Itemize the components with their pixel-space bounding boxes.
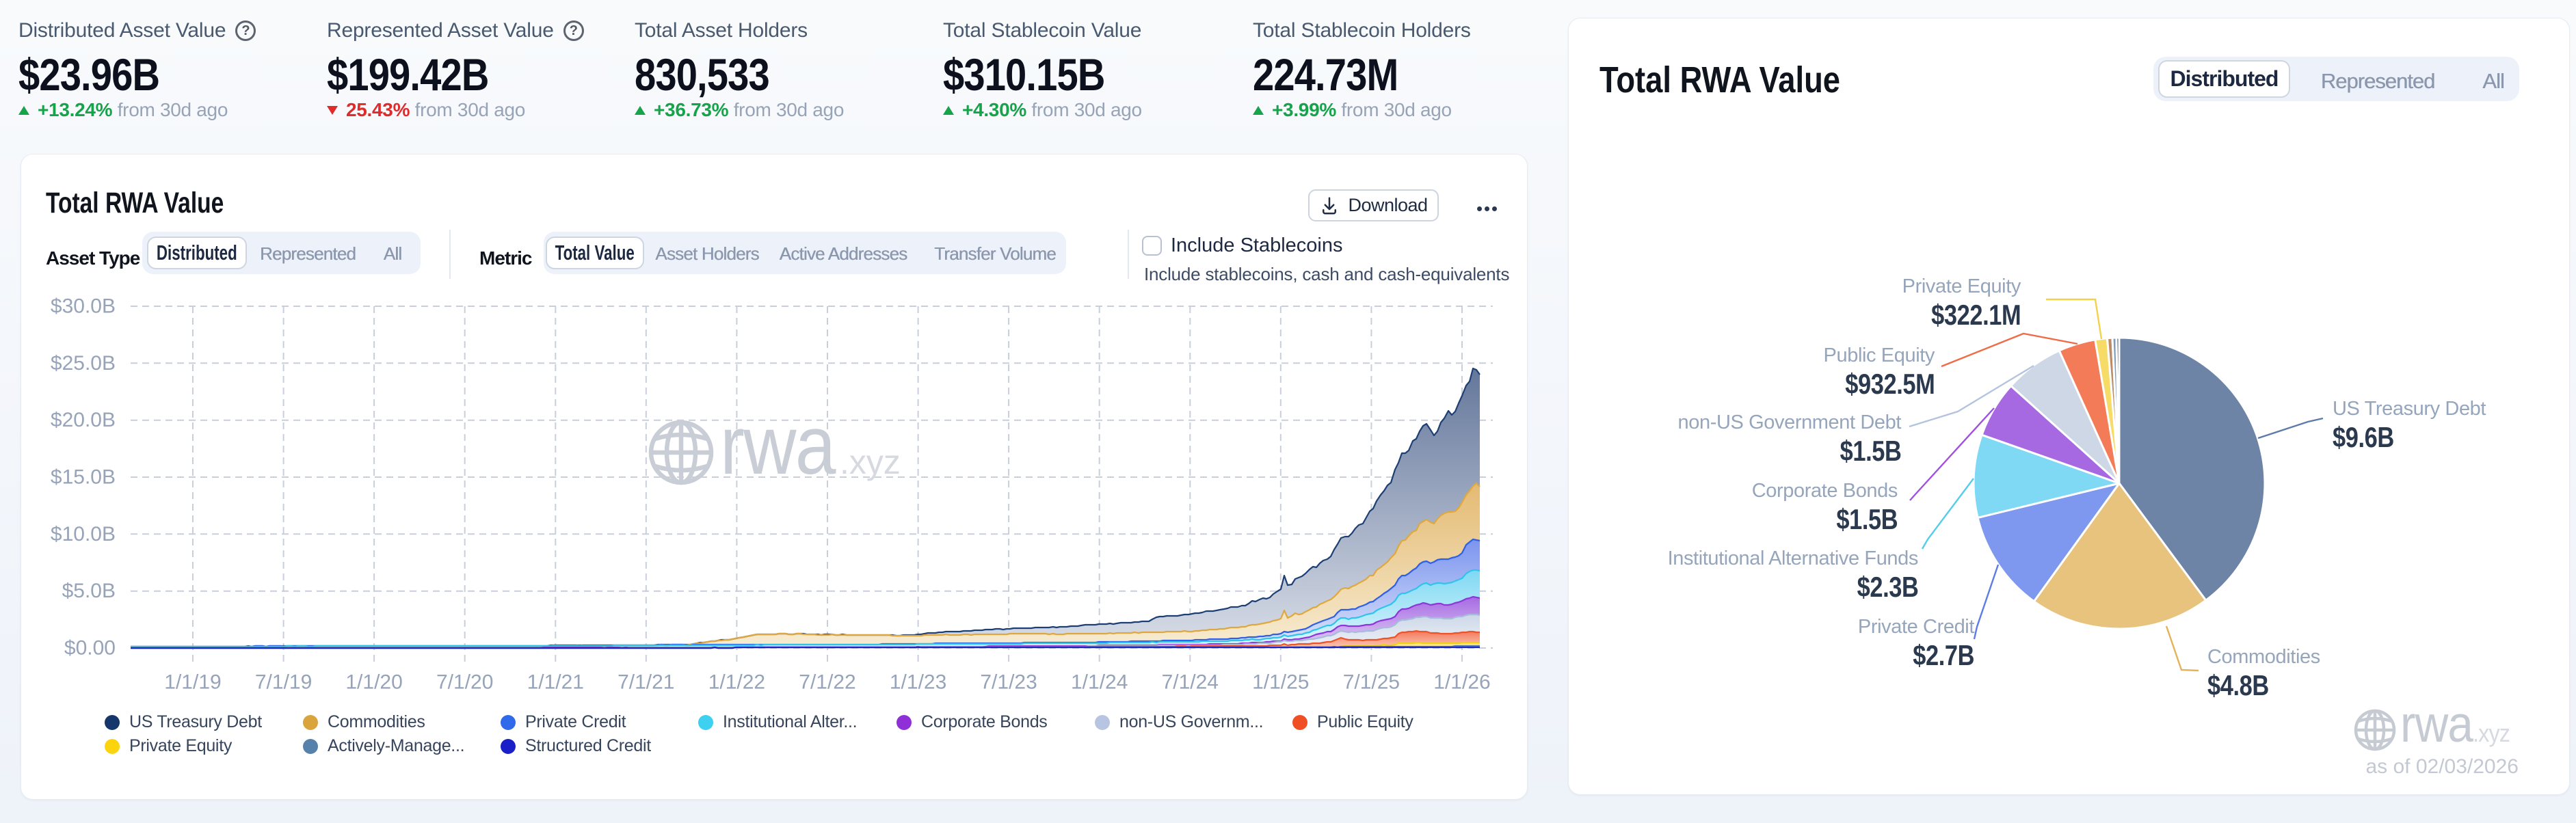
svg-text:1/1/26: 1/1/26 <box>1433 671 1490 694</box>
svg-text:1/1/21: 1/1/21 <box>527 671 584 694</box>
svg-text:1/1/20: 1/1/20 <box>345 671 402 694</box>
svg-text:7/1/21: 7/1/21 <box>618 671 674 694</box>
svg-text:$15.0B: $15.0B <box>51 466 116 489</box>
svg-text:1/1/24: 1/1/24 <box>1071 671 1128 694</box>
svg-text:$30.0B: $30.0B <box>51 295 116 318</box>
svg-text:1/1/23: 1/1/23 <box>890 671 946 694</box>
svg-text:7/1/25: 7/1/25 <box>1343 671 1400 694</box>
svg-text:$0.00: $0.00 <box>64 637 116 660</box>
svg-text:1/1/19: 1/1/19 <box>164 671 221 694</box>
svg-text:$20.0B: $20.0B <box>51 409 116 431</box>
svg-text:7/1/24: 7/1/24 <box>1162 671 1219 694</box>
svg-text:1/1/25: 1/1/25 <box>1252 671 1309 694</box>
svg-text:7/1/19: 7/1/19 <box>255 671 312 694</box>
svg-text:$5.0B: $5.0B <box>62 580 116 602</box>
svg-text:1/1/22: 1/1/22 <box>708 671 765 694</box>
svg-text:.xyz: .xyz <box>840 443 901 481</box>
svg-text:7/1/22: 7/1/22 <box>799 671 855 694</box>
svg-text:$10.0B: $10.0B <box>51 523 116 545</box>
svg-text:$25.0B: $25.0B <box>51 352 116 375</box>
svg-text:rwa: rwa <box>720 399 836 492</box>
svg-text:7/1/23: 7/1/23 <box>980 671 1037 694</box>
svg-text:7/1/20: 7/1/20 <box>436 671 493 694</box>
